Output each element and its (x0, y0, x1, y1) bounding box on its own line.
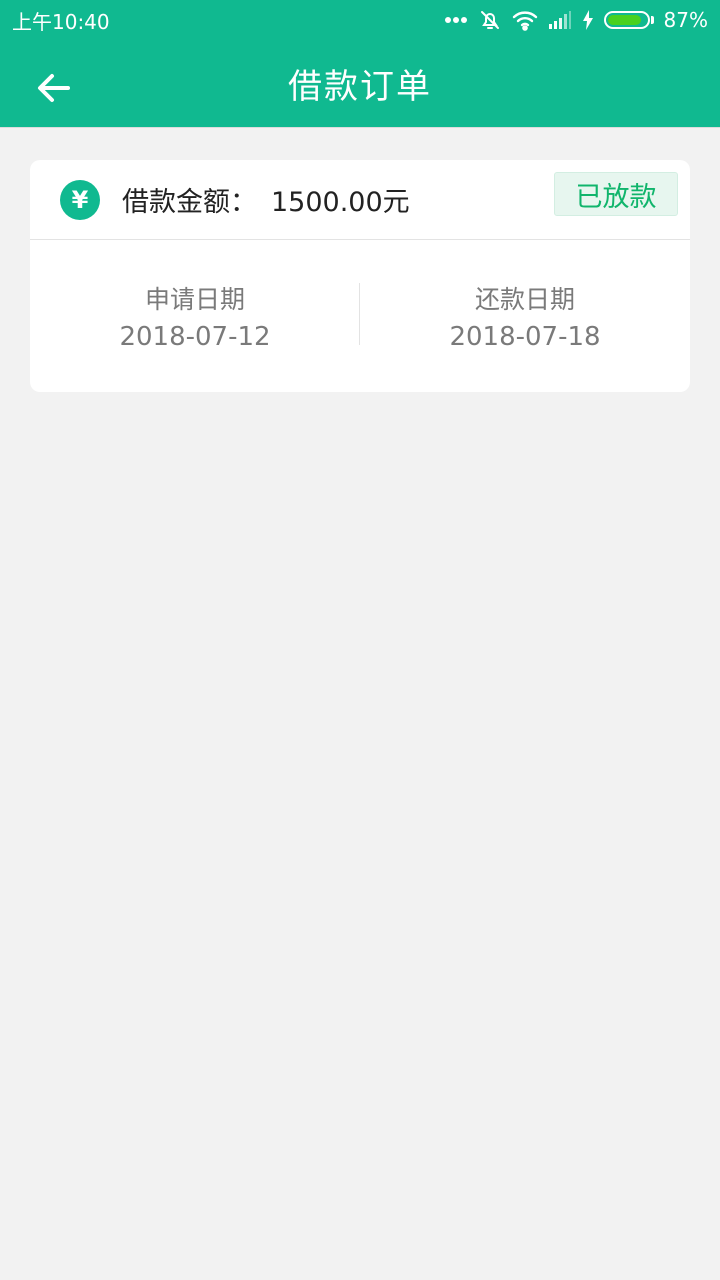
apply-date-column: 申请日期 2018-07-12 (30, 280, 360, 352)
app-bar: 借款订单 (0, 40, 720, 128)
repay-date-label: 还款日期 (474, 284, 575, 314)
order-card-body: 申请日期 2018-07-12 还款日期 2018-07-18 (30, 240, 690, 391)
charging-icon (582, 10, 594, 30)
yen-icon: ¥ (60, 179, 100, 220)
signal-icon (548, 10, 572, 30)
battery-icon (603, 11, 654, 29)
amount-label: 借款金额： (122, 187, 257, 218)
column-divider (359, 283, 360, 345)
arrow-left-icon (38, 74, 70, 102)
back-button[interactable] (28, 62, 80, 114)
repay-date-column: 还款日期 2018-07-18 (360, 280, 690, 352)
amount-value: 1500.00元 (271, 187, 410, 218)
apply-date-label: 申请日期 (144, 284, 245, 314)
wifi-icon (512, 9, 538, 31)
repay-date-value: 2018-07-18 (449, 321, 601, 352)
more-dots-icon (444, 16, 468, 24)
order-card[interactable]: ¥ 借款金额： 1500.00元 已放款 申请日期 2018-07-12 还款日… (30, 160, 690, 392)
page-title: 借款订单 (288, 67, 432, 107)
battery-percent: 87% (663, 8, 708, 32)
status-badge: 已放款 (554, 172, 678, 216)
bell-off-icon (478, 8, 502, 32)
order-card-header: ¥ 借款金额： 1500.00元 已放款 (30, 160, 690, 240)
status-time: 上午10:40 (12, 9, 110, 34)
status-bar: 上午10:40 87% (0, 0, 720, 40)
apply-date-value: 2018-07-12 (119, 321, 271, 352)
